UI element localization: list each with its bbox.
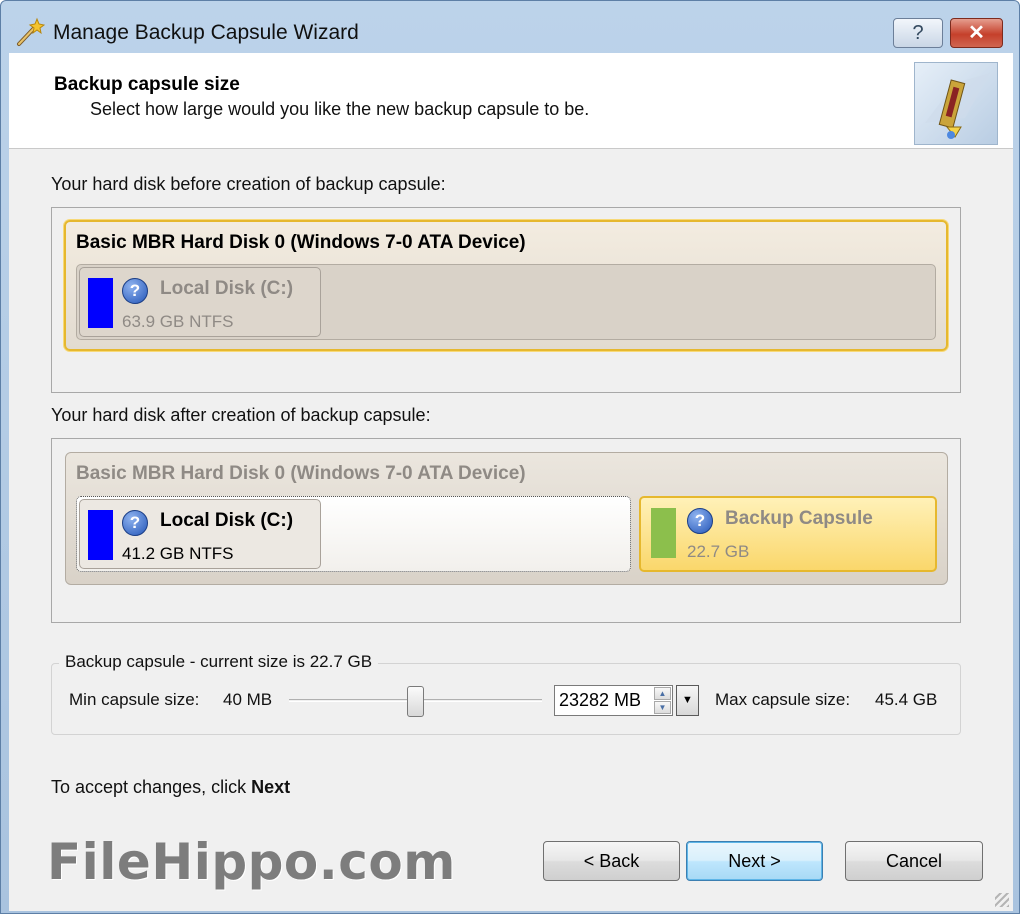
max-size-label: Max capsule size: bbox=[715, 690, 851, 709]
after-partition-c[interactable]: ? Local Disk (C:) 41.2 GB NTFS bbox=[76, 496, 631, 572]
spin-down-icon[interactable]: ▼ bbox=[654, 701, 671, 714]
wizard-wand-icon bbox=[17, 17, 45, 46]
resize-grip[interactable] bbox=[995, 893, 1009, 907]
after-partition-capsule[interactable]: ? Backup Capsule 22.7 GB bbox=[639, 496, 937, 572]
before-disk-frame: Basic MBR Hard Disk 0 (Windows 7-0 ATA D… bbox=[51, 207, 961, 393]
before-partition-c[interactable]: ? Local Disk (C:) 63.9 GB NTFS bbox=[79, 267, 321, 337]
help-button[interactable]: ? bbox=[893, 18, 943, 48]
next-button[interactable]: Next > bbox=[686, 841, 823, 881]
before-disk-area: ? Local Disk (C:) 63.9 GB NTFS bbox=[76, 264, 936, 340]
min-size-value: 40 MB bbox=[223, 690, 273, 709]
question-icon: ? bbox=[122, 278, 148, 304]
wizard-window: Manage Backup Capsule Wizard ? ✕ Backup … bbox=[0, 0, 1020, 914]
after-partition-c-inner: ? Local Disk (C:) 41.2 GB NTFS bbox=[79, 499, 321, 569]
partition-color-bar bbox=[88, 278, 113, 328]
capsule-logo-icon bbox=[914, 62, 998, 145]
after-disk-panel[interactable]: Basic MBR Hard Disk 0 (Windows 7-0 ATA D… bbox=[65, 452, 948, 585]
page-title: Backup capsule size bbox=[54, 74, 240, 95]
partition-size: 41.2 GB NTFS bbox=[122, 544, 234, 563]
capsule-size-legend: Backup capsule - current size is 22.7 GB bbox=[59, 652, 379, 672]
partition-color-bar bbox=[651, 508, 676, 558]
page-subtitle: Select how large would you like the new … bbox=[90, 99, 590, 119]
client-area: Backup capsule size Select how large wou… bbox=[9, 53, 1013, 911]
partition-size: 22.7 GB bbox=[687, 542, 750, 561]
accept-note: To accept changes, click Next bbox=[51, 777, 290, 798]
accept-note-text: To accept changes, click bbox=[51, 777, 252, 797]
window-title: Manage Backup Capsule Wizard bbox=[53, 21, 359, 44]
partition-name: Local Disk (C:) bbox=[160, 510, 294, 531]
cancel-button[interactable]: Cancel bbox=[845, 841, 983, 881]
unit-dropdown-button[interactable]: ▼ bbox=[676, 685, 699, 716]
max-size-value: 45.4 GB bbox=[875, 690, 938, 709]
capsule-size-spinbox[interactable]: ▲ ▼ bbox=[554, 685, 673, 716]
back-button[interactable]: < Back bbox=[543, 841, 680, 881]
question-icon: ? bbox=[687, 508, 713, 534]
wizard-header: Backup capsule size Select how large wou… bbox=[9, 53, 1013, 149]
partition-name: Local Disk (C:) bbox=[160, 278, 294, 299]
before-disk-title: Basic MBR Hard Disk 0 (Windows 7-0 ATA D… bbox=[76, 232, 526, 253]
after-disk-frame: Basic MBR Hard Disk 0 (Windows 7-0 ATA D… bbox=[51, 438, 961, 623]
capsule-size-slider-thumb[interactable] bbox=[407, 686, 424, 717]
title-bar[interactable]: Manage Backup Capsule Wizard ? ✕ bbox=[1, 1, 1019, 53]
spin-up-icon[interactable]: ▲ bbox=[654, 687, 671, 700]
accept-note-next: Next bbox=[251, 777, 291, 797]
filehippo-watermark: FileHippo.com bbox=[47, 833, 456, 891]
partition-color-bar bbox=[88, 510, 113, 560]
partition-name: Backup Capsule bbox=[725, 508, 873, 529]
before-disk-panel[interactable]: Basic MBR Hard Disk 0 (Windows 7-0 ATA D… bbox=[64, 220, 948, 351]
after-label: Your hard disk after creation of backup … bbox=[51, 405, 431, 425]
spin-arrows[interactable]: ▲ ▼ bbox=[654, 687, 671, 714]
capsule-size-input[interactable] bbox=[555, 686, 651, 715]
close-button[interactable]: ✕ bbox=[950, 18, 1003, 48]
before-label: Your hard disk before creation of backup… bbox=[51, 174, 446, 194]
partition-size: 63.9 GB NTFS bbox=[122, 312, 234, 331]
min-size-label: Min capsule size: bbox=[69, 690, 200, 709]
after-disk-title: Basic MBR Hard Disk 0 (Windows 7-0 ATA D… bbox=[76, 463, 526, 484]
question-icon: ? bbox=[122, 510, 148, 536]
